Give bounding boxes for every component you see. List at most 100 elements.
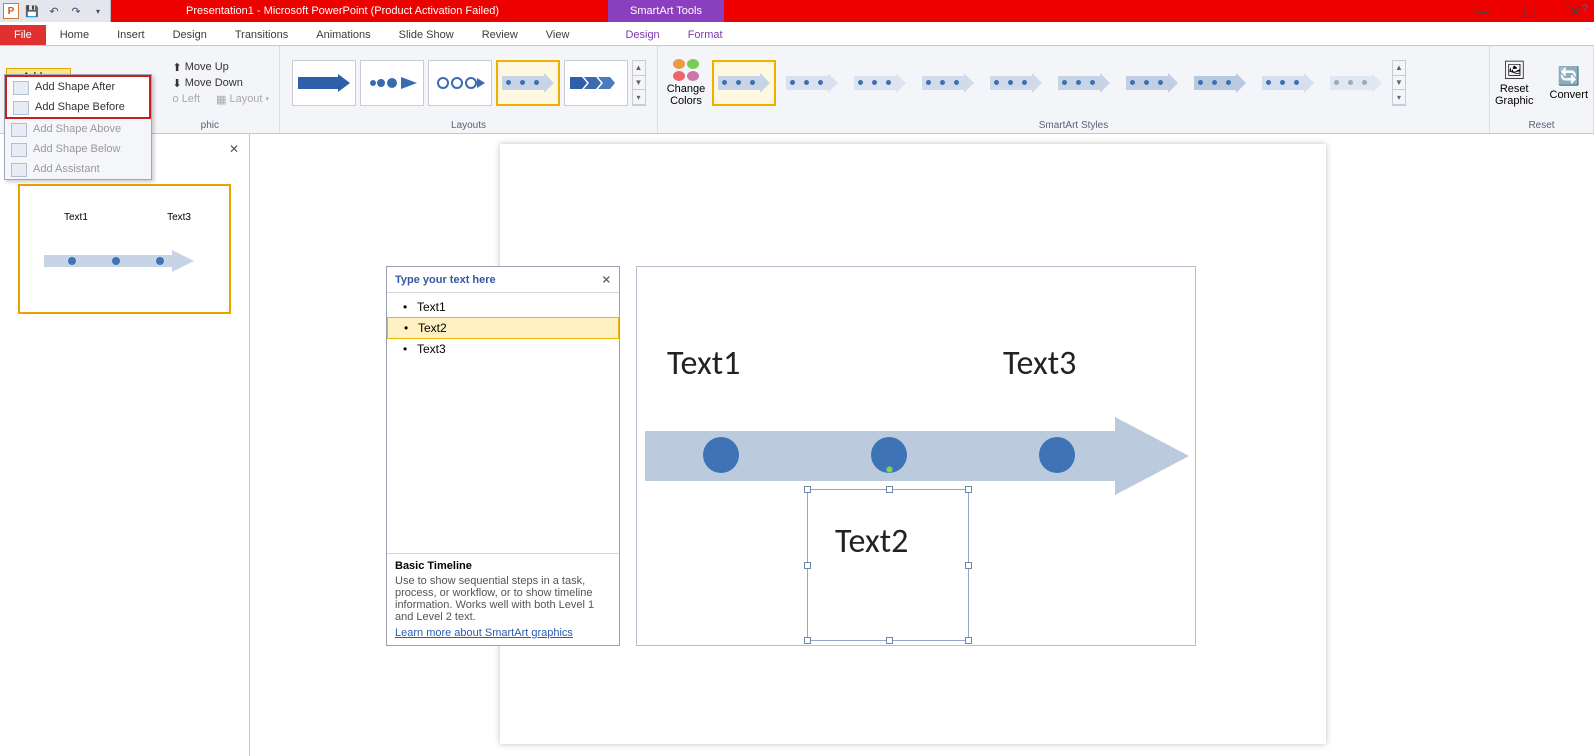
slide-canvas[interactable]: Type your text here ⨯ Text1 Text2 Text3 … xyxy=(250,134,1594,756)
tab-design[interactable]: Design xyxy=(159,25,221,45)
workspace: ✕ Text1 Text3 Text2 Type your text here … xyxy=(0,134,1594,756)
smartart-text-pane: Type your text here ⨯ Text1 Text2 Text3 … xyxy=(386,266,620,646)
timeline-dot-1[interactable] xyxy=(703,437,739,473)
tab-transitions[interactable]: Transitions xyxy=(221,25,302,45)
tab-smartart-format[interactable]: Format xyxy=(674,25,737,45)
textpane-close-icon[interactable]: ⨯ xyxy=(602,273,611,286)
maximize-button[interactable]: ▢ xyxy=(1516,3,1542,20)
change-colors-label: Change Colors xyxy=(664,83,708,107)
style-option-3[interactable] xyxy=(848,60,912,106)
timeline-dot-3[interactable] xyxy=(1039,437,1075,473)
textpane-item-2-selected[interactable]: Text2 xyxy=(387,317,619,339)
ribbon-tabs: File Home Insert Design Transitions Anim… xyxy=(0,22,1594,46)
textpane-footer: Basic Timeline Use to show sequential st… xyxy=(387,553,619,645)
textpane-footer-title: Basic Timeline xyxy=(395,560,611,572)
tab-view[interactable]: View xyxy=(532,25,584,45)
layout-option-1[interactable] xyxy=(292,60,356,106)
help-icon[interactable]: ? xyxy=(1582,3,1588,15)
layout-option-4-selected[interactable] xyxy=(496,60,560,106)
dd-add-shape-below: Add Shape Below xyxy=(5,139,151,159)
textpane-item-3[interactable]: Text3 xyxy=(387,339,619,359)
convert-label: Convert xyxy=(1550,89,1589,101)
layouts-gallery: ▲▼▾ xyxy=(292,60,646,106)
movedown-label: Move Down xyxy=(185,77,243,89)
dd-assistant-label: Add Assistant xyxy=(33,163,100,175)
style-option-2[interactable] xyxy=(780,60,844,106)
group-label-styles: SmartArt Styles xyxy=(658,120,1489,133)
thumb-arrow-graphic xyxy=(44,250,194,272)
style-option-7[interactable] xyxy=(1120,60,1184,106)
dd-add-shape-after[interactable]: Add Shape After xyxy=(7,77,149,97)
dd-add-shape-before[interactable]: Add Shape Before xyxy=(7,97,149,117)
convert-icon: 🔄 xyxy=(1558,66,1580,87)
textpane-list[interactable]: Text1 Text2 Text3 xyxy=(387,293,619,553)
textpane-footer-body: Use to show sequential steps in a task, … xyxy=(395,575,611,623)
moveup-icon: ⬆ xyxy=(173,61,182,74)
slide-thumbnail-1[interactable]: Text1 Text3 Text2 xyxy=(18,184,231,314)
rotate-handle[interactable] xyxy=(886,466,893,473)
dd-below-label: Add Shape Below xyxy=(33,143,120,155)
tab-review[interactable]: Review xyxy=(468,25,532,45)
style-option-4[interactable] xyxy=(916,60,980,106)
layout-option-2[interactable] xyxy=(360,60,424,106)
smartart-text3[interactable]: Text3 xyxy=(1003,343,1076,384)
layout-option-3[interactable] xyxy=(428,60,492,106)
styles-gallery-scroll[interactable]: ▲▼▾ xyxy=(1392,60,1406,106)
ribbon: Add Shape ▾ ⇐Promote ⬆Move Up ⬇Move Down… xyxy=(0,46,1594,134)
thumbnails-close-icon[interactable]: ✕ xyxy=(229,142,239,156)
qat-more-icon[interactable]: ▾ xyxy=(89,2,107,20)
redo-icon[interactable]: ↷ xyxy=(67,2,85,20)
tab-home[interactable]: Home xyxy=(46,25,103,45)
tab-file[interactable]: File xyxy=(0,25,46,45)
dd-add-shape-above: Add Shape Above xyxy=(5,119,151,139)
ribbon-minimize-icon[interactable]: ⌃ xyxy=(1563,2,1572,15)
tab-smartart-design[interactable]: Design xyxy=(611,25,673,45)
layout-icon: ▦ xyxy=(216,93,226,106)
textpane-learn-more-link[interactable]: Learn more about SmartArt graphics xyxy=(395,627,573,639)
layout-label: Layout xyxy=(229,93,262,105)
moveup-label: Move Up xyxy=(185,61,229,73)
dd-after-label: Add Shape After xyxy=(35,81,115,93)
style-option-10[interactable] xyxy=(1324,60,1388,106)
change-colors-button[interactable]: Change Colors xyxy=(664,59,708,107)
undo-icon[interactable]: ↶ xyxy=(45,2,63,20)
contextual-tab-label: SmartArt Tools xyxy=(608,0,724,22)
right-to-left-button[interactable]: o Left xyxy=(169,92,205,107)
minimize-button[interactable]: — xyxy=(1470,3,1496,19)
dd-above-label: Add Shape Above xyxy=(33,123,121,135)
move-up-button[interactable]: ⬆Move Up xyxy=(169,60,273,75)
thumb-text3: Text3 xyxy=(167,212,191,223)
smartart-graphic[interactable]: Text1 Text3 Text2 xyxy=(636,266,1196,646)
layout-button[interactable]: ▦Layout▾ xyxy=(212,92,273,107)
selection-box[interactable] xyxy=(807,489,969,641)
style-option-8[interactable] xyxy=(1188,60,1252,106)
convert-button[interactable]: 🔄 Convert xyxy=(1544,64,1594,103)
smartart-text1[interactable]: Text1 xyxy=(667,343,740,384)
tab-animations[interactable]: Animations xyxy=(302,25,384,45)
window-title: Presentation1 - Microsoft PowerPoint (Pr… xyxy=(111,5,1594,17)
movedown-icon: ⬇ xyxy=(173,77,182,90)
style-option-1-selected[interactable] xyxy=(712,60,776,106)
quick-access-toolbar: P 💾 ↶ ↷ ▾ xyxy=(0,0,111,22)
add-shape-dropdown: Add Shape After Add Shape Before Add Sha… xyxy=(4,74,152,180)
group-label-layouts: Layouts xyxy=(280,120,657,133)
rtl-label: o Left xyxy=(173,93,201,105)
group-label-reset: Reset xyxy=(1490,120,1593,133)
style-option-9[interactable] xyxy=(1256,60,1320,106)
textpane-item-1[interactable]: Text1 xyxy=(387,297,619,317)
dd-before-label: Add Shape Before xyxy=(35,101,125,113)
tab-insert[interactable]: Insert xyxy=(103,25,159,45)
style-option-6[interactable] xyxy=(1052,60,1116,106)
title-bar: P 💾 ↶ ↷ ▾ Presentation1 - Microsoft Powe… xyxy=(0,0,1594,22)
slide-thumbnails-pane: ✕ Text1 Text3 Text2 xyxy=(0,134,250,756)
save-icon[interactable]: 💾 xyxy=(23,2,41,20)
styles-gallery: ▲▼▾ xyxy=(712,60,1406,106)
reset-label: Reset Graphic xyxy=(1495,83,1534,107)
move-down-button[interactable]: ⬇Move Down xyxy=(169,76,273,91)
change-colors-icon xyxy=(673,59,699,81)
layout-option-5[interactable] xyxy=(564,60,628,106)
layouts-gallery-scroll[interactable]: ▲▼▾ xyxy=(632,60,646,106)
reset-graphic-button[interactable]: 🖼 Reset Graphic xyxy=(1489,58,1540,109)
style-option-5[interactable] xyxy=(984,60,1048,106)
tab-slideshow[interactable]: Slide Show xyxy=(385,25,468,45)
